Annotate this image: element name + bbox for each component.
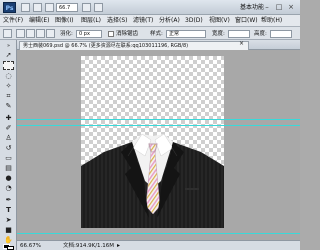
hand-icon[interactable] (33, 3, 42, 12)
feather-input[interactable]: 0 px (76, 30, 102, 38)
height-label: 高度: (254, 31, 267, 37)
move-tool-icon[interactable]: ➚ (3, 51, 14, 60)
guide-line[interactable] (17, 119, 300, 120)
background-color-swatch[interactable] (7, 246, 14, 250)
guide-line[interactable] (17, 233, 300, 234)
workspace-switcher[interactable]: 基本功能 (240, 3, 264, 12)
canvas-area[interactable] (17, 50, 300, 240)
gradient-icon[interactable]: ▤ (3, 164, 14, 173)
status-zoom[interactable]: 66.67% (20, 241, 41, 250)
options-bar: 羽化: 0 px 消除锯齿 样式: 正常 宽度: 高度: (0, 27, 300, 40)
document-tab[interactable]: 男士西装069.psd @ 66.7% (更多资源尽在联系:qq10301119… (19, 41, 249, 50)
shape-tool-icon[interactable]: ■ (3, 226, 14, 235)
style-label: 样式: (150, 31, 163, 37)
antialias-label: 消除锯齿 (116, 31, 139, 37)
feather-label: 羽化: (60, 31, 73, 37)
menu-window[interactable]: 窗口(W) (234, 15, 259, 27)
pen-tool-icon[interactable]: ✒ (3, 196, 14, 205)
toolbox: » ➚ ◌ ✧ ⌗ ✎ ✚ ✐ ♙ ↺ ▭ ▤ ● ◔ ✒ T ➤ ■ ✋ (0, 40, 17, 250)
guide-line[interactable] (17, 125, 300, 126)
blur-icon[interactable]: ● (3, 174, 14, 183)
style-select[interactable]: 正常 (166, 30, 206, 38)
status-doc-info: 文档:914.9K/1.16M (63, 243, 115, 249)
menu-help[interactable]: 帮助(H) (260, 15, 283, 27)
width-label: 宽度: (212, 31, 225, 37)
subtract-selection-icon[interactable] (36, 29, 45, 38)
layout-icon[interactable] (82, 3, 91, 12)
new-selection-icon[interactable] (16, 29, 25, 38)
eyedropper-icon[interactable]: ✎ (3, 102, 14, 111)
status-menu-arrow-icon[interactable]: ▸ (117, 241, 120, 250)
width-input[interactable] (228, 30, 250, 38)
application-bar: Ps 66.7 基本功能 – □ × (0, 0, 300, 15)
zoom-icon[interactable] (45, 3, 54, 12)
clone-stamp-icon[interactable]: ♙ (3, 134, 14, 143)
menu-select[interactable]: 选择(S) (106, 15, 129, 27)
path-select-icon[interactable]: ➤ (3, 216, 14, 225)
history-brush-icon[interactable]: ↺ (3, 144, 14, 153)
healing-brush-icon[interactable]: ✚ (3, 114, 14, 123)
photoshop-logo: Ps (3, 2, 16, 13)
menu-analysis[interactable]: 分析(A) (158, 15, 181, 27)
toolbox-collapse-icon[interactable]: » (3, 42, 14, 51)
lasso-tool-icon[interactable]: ◌ (3, 72, 14, 81)
menu-layer[interactable]: 图层(L) (80, 15, 102, 27)
type-tool-icon[interactable]: T (3, 206, 14, 215)
height-input[interactable] (270, 30, 292, 38)
status-bar: 66.67% 文档:914.9K/1.16M ▸ (17, 240, 300, 250)
antialias-checkbox[interactable] (108, 31, 114, 37)
close-button[interactable]: × (286, 2, 296, 12)
maximize-button[interactable]: □ (274, 2, 284, 12)
menu-bar: 文件(F) 编辑(E) 图像(I) 图层(L) 选择(S) 滤镜(T) 分析(A… (0, 15, 300, 27)
intersect-selection-icon[interactable] (46, 29, 55, 38)
menu-edit[interactable]: 编辑(E) (28, 15, 50, 27)
brush-tool-icon[interactable]: ✐ (3, 124, 14, 133)
document-tab-bar: 男士西装069.psd @ 66.7% (更多资源尽在联系:qq10301119… (17, 40, 300, 50)
bridge-icon[interactable] (21, 3, 30, 12)
suit-image (81, 133, 224, 228)
close-document-icon[interactable]: × (239, 40, 244, 48)
menu-image[interactable]: 图像(I) (54, 15, 74, 27)
crop-tool-icon[interactable]: ⌗ (3, 92, 14, 101)
eraser-icon[interactable]: ▭ (3, 154, 14, 163)
marquee-tool-icon[interactable] (3, 61, 14, 70)
magic-wand-icon[interactable]: ✧ (3, 82, 14, 91)
menu-view[interactable]: 视图(V) (208, 15, 231, 27)
menu-file[interactable]: 文件(F) (2, 15, 24, 27)
document-canvas[interactable] (81, 56, 224, 228)
dodge-icon[interactable]: ◔ (3, 184, 14, 193)
minimize-button[interactable]: – (262, 2, 272, 12)
menu-filter[interactable]: 滤镜(T) (132, 15, 154, 27)
marquee-preset-icon[interactable] (3, 29, 12, 38)
add-selection-icon[interactable] (26, 29, 35, 38)
zoom-level-dropdown[interactable]: 66.7 (56, 3, 78, 12)
menu-3d[interactable]: 3D(D) (184, 15, 204, 27)
screen-mode-icon[interactable] (94, 3, 103, 12)
